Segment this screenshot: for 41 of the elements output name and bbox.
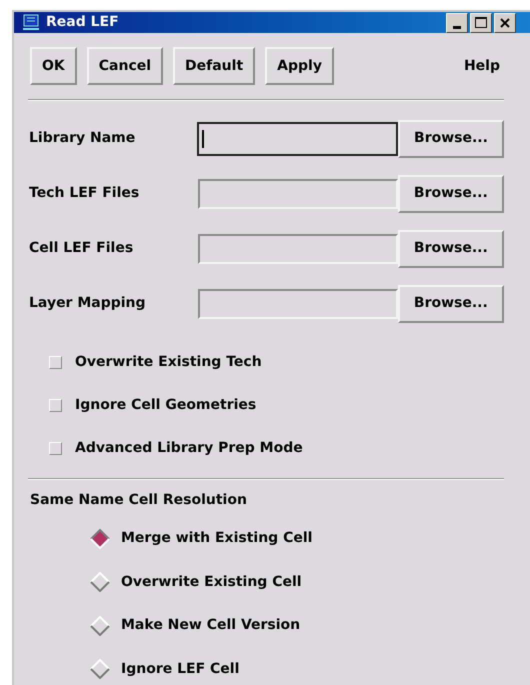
browse-button[interactable]: Browse...	[398, 174, 504, 212]
checkbox-label: Advanced Library Prep Mode	[75, 439, 303, 458]
input-field[interactable]	[196, 122, 398, 156]
radio-label: Overwrite Existing Cell	[121, 572, 302, 592]
radio-button[interactable]	[90, 659, 110, 680]
browse-button[interactable]: Browse...	[398, 284, 504, 322]
browse-button[interactable]: Browse...	[398, 120, 504, 158]
checkbox[interactable]	[49, 442, 62, 455]
radio-label: Make New Cell Version	[121, 616, 300, 636]
input-field[interactable]	[198, 234, 398, 264]
input-field[interactable]	[198, 178, 398, 208]
dialog-button[interactable]: Cancel	[86, 47, 164, 85]
window-title: Read LEF	[46, 13, 119, 32]
dialog-button[interactable]: Apply	[265, 47, 334, 85]
minimize-button[interactable]	[446, 12, 468, 32]
checkbox[interactable]	[49, 356, 62, 369]
dialog-button[interactable]: OK	[30, 47, 77, 85]
dialog-button[interactable]: Default	[173, 47, 256, 85]
checkbox-label: Ignore Cell Geometries	[75, 396, 256, 415]
radio-button[interactable]	[90, 528, 110, 549]
radio-label: Ignore LEF Cell	[121, 660, 240, 679]
input-field[interactable]	[198, 288, 398, 318]
minimize-icon	[453, 26, 461, 28]
close-button[interactable]	[494, 12, 516, 32]
field-label: Tech LEF Files	[29, 184, 140, 203]
close-icon	[500, 18, 510, 28]
radio-button[interactable]	[90, 572, 110, 592]
help-button[interactable]: Help	[462, 56, 502, 76]
maximize-icon	[475, 17, 487, 28]
maximize-button[interactable]	[470, 12, 492, 32]
browse-button[interactable]: Browse...	[398, 230, 504, 268]
field-label: Layer Mapping	[29, 294, 147, 313]
field-label: Library Name	[29, 129, 136, 148]
checkbox[interactable]	[49, 399, 62, 412]
window-icon	[22, 14, 40, 32]
radio-label: Merge with Existing Cell	[121, 529, 312, 548]
field-label: Cell LEF Files	[29, 239, 134, 258]
text-cursor	[202, 130, 204, 148]
checkbox-label: Overwrite Existing Tech	[75, 353, 262, 372]
section-label: Same Name Cell Resolution	[30, 491, 248, 510]
radio-button[interactable]	[90, 616, 110, 636]
